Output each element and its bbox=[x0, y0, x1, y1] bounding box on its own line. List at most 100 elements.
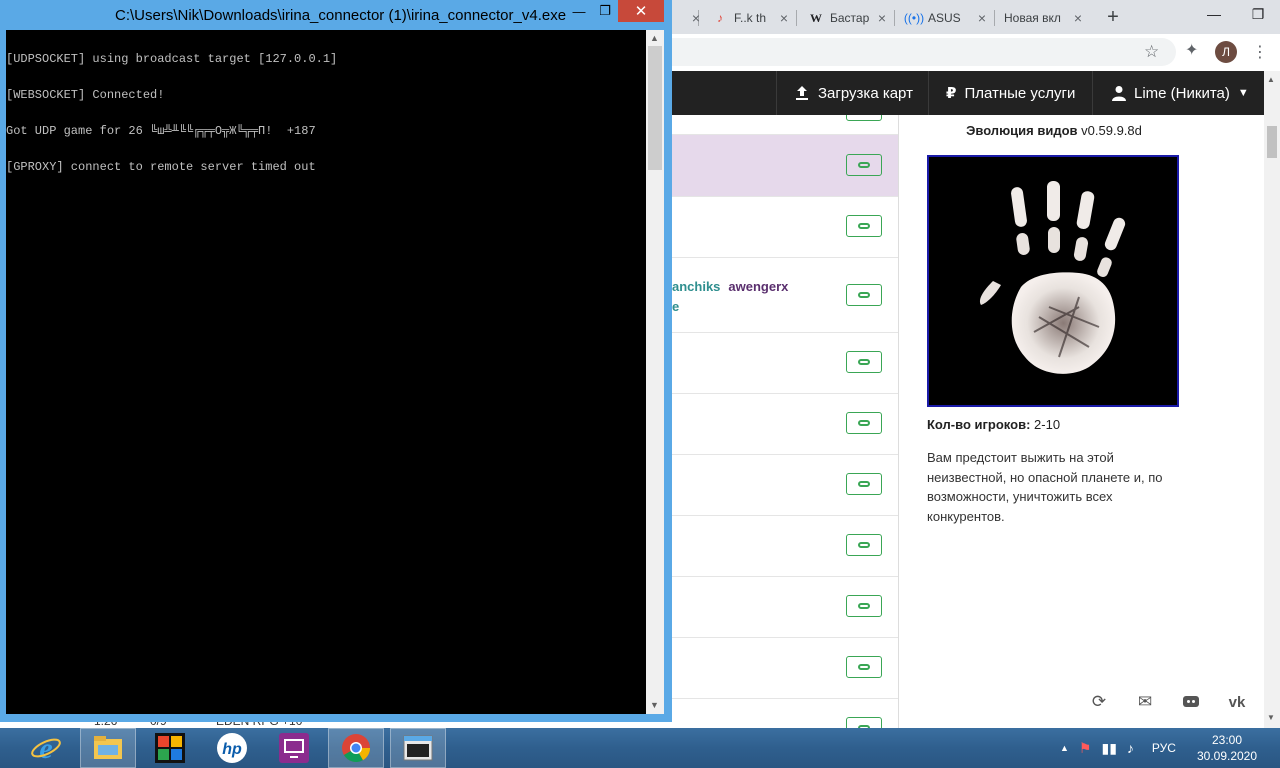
app-tiles-icon[interactable] bbox=[142, 728, 198, 768]
table-row bbox=[672, 115, 898, 135]
network-icon[interactable]: ▮▮ bbox=[1101, 740, 1116, 757]
minimize-icon[interactable]: — bbox=[1192, 0, 1236, 28]
table-row bbox=[672, 455, 898, 516]
tab-separator bbox=[894, 10, 895, 26]
close-icon[interactable]: × bbox=[1074, 10, 1082, 26]
console-line: [UDPSOCKET] using broadcast target [127.… bbox=[6, 52, 338, 66]
scrollbar-thumb[interactable] bbox=[1267, 126, 1277, 158]
table-row bbox=[672, 135, 898, 197]
map-description: Вам предстоит выжить на этой неизвестной… bbox=[927, 450, 1163, 524]
close-icon[interactable]: × bbox=[878, 10, 886, 26]
console-line: [WEBSOCKET] Connected! bbox=[6, 88, 165, 102]
nav-divider bbox=[776, 71, 777, 115]
console-window: C:\Users\Nik\Downloads\irina_connector (… bbox=[0, 0, 672, 722]
close-icon[interactable]: × bbox=[978, 10, 986, 26]
table-row bbox=[672, 258, 898, 333]
discord-icon[interactable] bbox=[1181, 693, 1201, 711]
nav-divider bbox=[928, 71, 929, 115]
nav-label: Платные услуги bbox=[964, 84, 1076, 102]
language-indicator[interactable]: РУС bbox=[1152, 741, 1176, 755]
minimize-icon[interactable]: — bbox=[566, 0, 592, 22]
show-hidden-icons-icon[interactable]: ▲ bbox=[1060, 743, 1069, 753]
join-game-button[interactable] bbox=[846, 473, 882, 495]
restore-icon[interactable]: ❐ bbox=[592, 0, 618, 22]
console-titlebar[interactable]: C:\Users\Nik\Downloads\irina_connector (… bbox=[0, 0, 672, 30]
menu-icon[interactable]: ⋮ bbox=[1252, 42, 1268, 62]
join-game-button[interactable] bbox=[846, 656, 882, 678]
nav-user-menu[interactable]: Lime (Никита) ▼ bbox=[1112, 71, 1249, 115]
footer-icons: ⟳ ✉ vk bbox=[1089, 692, 1247, 711]
nav-upload-maps[interactable]: Загрузка карт bbox=[794, 71, 913, 115]
table-row bbox=[672, 197, 898, 258]
site-navbar: Загрузка карт ₽ Платные услуги Lime (Ник… bbox=[672, 71, 1264, 115]
new-tab-button[interactable]: + bbox=[1100, 4, 1126, 30]
link-icon bbox=[858, 603, 870, 609]
join-game-button[interactable] bbox=[846, 115, 882, 121]
console-title: C:\Users\Nik\Downloads\irina_connector (… bbox=[115, 7, 567, 24]
nav-label: Lime (Никита) bbox=[1134, 84, 1230, 102]
tab-music[interactable]: ♪ F..k th × bbox=[704, 4, 796, 32]
join-game-button[interactable] bbox=[846, 534, 882, 556]
scroll-up-icon[interactable]: ▲ bbox=[650, 33, 659, 43]
player-name[interactable]: awengerx bbox=[728, 279, 788, 294]
star-icon[interactable]: ☆ bbox=[1144, 42, 1159, 62]
join-game-button[interactable] bbox=[846, 717, 882, 728]
refresh-icon[interactable]: ⟳ bbox=[1089, 692, 1109, 711]
chrome-icon[interactable] bbox=[328, 728, 384, 768]
map-preview-image bbox=[927, 155, 1179, 407]
link-icon bbox=[858, 664, 870, 670]
tab-partial[interactable]: × bbox=[680, 4, 700, 32]
map-title: Эволюция видов v0.59.9.8d bbox=[899, 123, 1209, 138]
console-output[interactable]: [UDPSOCKET] using broadcast target [127.… bbox=[6, 30, 646, 714]
tab-wikipedia[interactable]: W Бастар × bbox=[800, 4, 894, 32]
caret-down-icon: ▼ bbox=[1237, 87, 1249, 99]
table-row bbox=[672, 333, 898, 394]
close-button[interactable]: ✕ bbox=[618, 0, 664, 22]
player-name[interactable]: anchiks bbox=[672, 279, 720, 294]
clock[interactable]: 23:00 30.09.2020 bbox=[1196, 732, 1258, 764]
connect-app-icon[interactable] bbox=[266, 728, 322, 768]
file-explorer-icon[interactable] bbox=[80, 728, 136, 768]
link-icon bbox=[858, 542, 870, 548]
join-game-button[interactable] bbox=[846, 412, 882, 434]
console-scrollbar[interactable]: ▲ ▼ bbox=[646, 30, 664, 714]
extensions-icon[interactable]: ✦ bbox=[1185, 40, 1198, 60]
games-list: anchiks awengerx e bbox=[672, 115, 899, 728]
join-game-button[interactable] bbox=[846, 284, 882, 306]
scroll-down-icon[interactable]: ▼ bbox=[650, 700, 659, 710]
address-bar[interactable]: ☆ bbox=[672, 38, 1176, 66]
mail-icon[interactable]: ✉ bbox=[1135, 692, 1155, 711]
flag-icon[interactable]: ⚑ bbox=[1079, 740, 1092, 757]
nav-paid-services[interactable]: ₽ Платные услуги bbox=[946, 71, 1075, 115]
player-name[interactable]: e bbox=[672, 299, 679, 314]
close-icon[interactable]: × bbox=[780, 10, 788, 26]
console-app-icon[interactable] bbox=[390, 728, 446, 768]
tab-asus[interactable]: ((•)) ASUS × bbox=[898, 4, 994, 32]
scroll-up-icon[interactable]: ▲ bbox=[1267, 75, 1275, 84]
internet-explorer-icon[interactable]: e bbox=[18, 728, 74, 768]
vk-icon[interactable]: vk bbox=[1227, 693, 1247, 711]
close-icon[interactable]: × bbox=[692, 10, 700, 26]
join-game-button[interactable] bbox=[846, 154, 882, 176]
taskbar: e hp ▲ ⚑ ▮▮ ♪ РУС 23:00 30.09.2020 bbox=[0, 728, 1280, 768]
scrollbar-thumb[interactable] bbox=[648, 46, 662, 170]
scroll-down-icon[interactable]: ▼ bbox=[1267, 713, 1275, 722]
wikipedia-icon: W bbox=[810, 10, 822, 25]
profile-avatar[interactable]: Л bbox=[1215, 41, 1237, 63]
volume-icon[interactable]: ♪ bbox=[1127, 740, 1134, 756]
table-row bbox=[672, 699, 898, 728]
table-row bbox=[672, 638, 898, 699]
join-game-button[interactable] bbox=[846, 351, 882, 373]
handprint-image bbox=[979, 181, 1126, 374]
tab-label: Новая вкл bbox=[1004, 11, 1061, 25]
clock-date: 30.09.2020 bbox=[1196, 749, 1258, 763]
table-row bbox=[672, 577, 898, 638]
maximize-icon[interactable]: ❐ bbox=[1236, 0, 1280, 28]
tab-new[interactable]: Новая вкл × bbox=[996, 4, 1090, 32]
players-count: Кол-во игроков: 2-10 bbox=[927, 417, 1060, 432]
join-game-button[interactable] bbox=[846, 595, 882, 617]
join-game-button[interactable] bbox=[846, 215, 882, 237]
hp-icon[interactable]: hp bbox=[204, 728, 260, 768]
tab-separator bbox=[994, 10, 995, 26]
page-scrollbar[interactable]: ▲ ▼ bbox=[1264, 71, 1280, 728]
